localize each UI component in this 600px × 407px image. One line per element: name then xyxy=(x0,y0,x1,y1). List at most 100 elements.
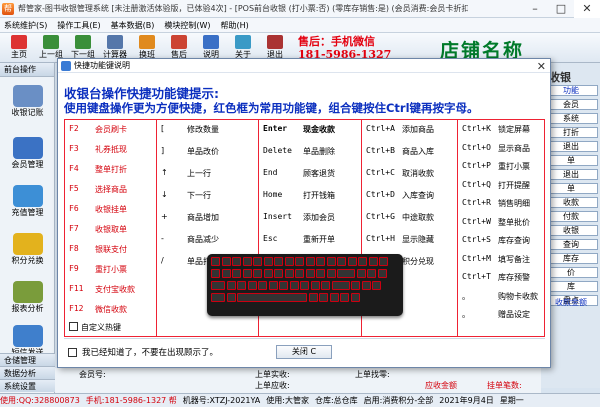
hotkey-action: 中途取款 xyxy=(402,213,434,222)
sidebar-item-members[interactable]: 会员管理 xyxy=(0,137,55,170)
hotkey-key: Ctrl+S xyxy=(462,235,491,244)
hotkey-action: 重新开单 xyxy=(303,235,335,244)
sidebar-item-checkout[interactable]: 收银记账 xyxy=(0,85,55,118)
rp-item[interactable]: 付款 xyxy=(544,211,598,222)
minimize-button[interactable]: – xyxy=(522,0,548,18)
menu-help[interactable]: 帮助(H) xyxy=(221,20,249,31)
rp-item[interactable]: 会员 xyxy=(544,99,598,110)
right-panel-header: 收银 xyxy=(549,71,571,84)
hotkey-key: Delete xyxy=(263,146,292,155)
hint-description: 使用键盘操作更为方便快捷，红色框为常用功能键，组合键按住Ctrl键再按字母。 xyxy=(64,101,479,115)
hotkey-key: F8 xyxy=(69,244,79,253)
rp-item[interactable]: 查询 xyxy=(544,239,598,250)
hotkey-action: 顾客退货 xyxy=(303,169,335,178)
rp-item[interactable]: 打折 xyxy=(544,127,598,138)
hotkey-action: 填写备注 xyxy=(498,254,530,264)
maximize-button[interactable]: □ xyxy=(548,0,574,18)
hotkey-key: F5 xyxy=(69,184,79,193)
hotkey-action: 上一行 xyxy=(187,169,211,178)
coins-icon xyxy=(12,233,43,255)
rp-item[interactable]: 单 xyxy=(544,155,598,166)
rp-item[interactable]: 退出 xyxy=(544,169,598,180)
hotkey-action: 下一行 xyxy=(187,191,211,200)
hotkey-action: 商品减少 xyxy=(187,235,219,244)
hotkey-key: Ctrl+O xyxy=(462,142,491,152)
menu-tools[interactable]: 操作工具(E) xyxy=(57,20,100,31)
rp-item[interactable]: 单 xyxy=(544,183,598,194)
hotkey-action: 银联支付 xyxy=(95,245,127,254)
hotkey-action: 销售明细 xyxy=(498,199,530,208)
hotkey-action: 支付宝收款 xyxy=(95,285,135,294)
rp-item[interactable]: 收款 xyxy=(544,197,598,208)
hotkey-action: 添加商品 xyxy=(402,125,434,134)
hotkey-action: 礼券抵现 xyxy=(95,145,127,154)
rp-item[interactable]: 库存 xyxy=(544,253,598,264)
hotkey-key: Enter xyxy=(263,124,288,133)
sms-icon xyxy=(12,325,43,347)
status-weekday: 星期一 xyxy=(499,396,524,405)
dialog-icon xyxy=(61,60,71,71)
hotkey-key: F11 xyxy=(69,284,84,293)
hotkey-key: Insert xyxy=(263,212,292,221)
sidebar-item-points[interactable]: 积分兑换 xyxy=(0,233,55,266)
home-icon xyxy=(11,35,27,49)
hotkey-action: 会员刷卡 xyxy=(95,125,127,134)
sidebar-warehouse[interactable]: 仓储管理 xyxy=(0,353,55,366)
hotkey-action: 商品入库 xyxy=(402,147,434,156)
hotkey-action: 收银挂单 xyxy=(95,205,127,214)
hotkey-key: Ctrl+P xyxy=(462,161,491,170)
last-due-label: 上单应收: xyxy=(255,381,290,390)
rp-item[interactable]: 收银 xyxy=(544,225,598,236)
keyboard-icon xyxy=(207,254,403,316)
status-phone: 手机:181-5986-1327 帮 xyxy=(85,396,177,405)
status-machine: 机器号:XTZJ-2021YA xyxy=(182,396,261,405)
exit-icon xyxy=(267,35,283,49)
close-window-button[interactable]: ✕ xyxy=(574,0,600,18)
dialog-close-icon[interactable]: ✕ xyxy=(537,60,546,73)
hotkey-action: 显示商品 xyxy=(498,143,530,153)
register-icon xyxy=(12,85,43,107)
hotkey-action: 取消收款 xyxy=(402,169,434,178)
hotkey-key: Ctrl+W xyxy=(462,216,491,226)
hotkey-action: 购物卡收款 xyxy=(498,291,538,301)
dialog-close-button[interactable]: 关闭 C xyxy=(276,345,332,359)
menu-system[interactable]: 系统维护(S) xyxy=(4,20,47,31)
rp-item[interactable]: 系统 xyxy=(544,113,598,124)
help-icon xyxy=(203,35,219,49)
dont-show-again-checkbox[interactable] xyxy=(68,348,77,357)
hotkey-key: F7 xyxy=(69,224,79,233)
menu-module[interactable]: 模块控制(W) xyxy=(164,20,210,31)
sidebar-item-recharge[interactable]: 充值管理 xyxy=(0,185,55,218)
calculator-icon xyxy=(107,35,123,49)
home-button[interactable]: 主页 xyxy=(6,35,32,63)
rp-item[interactable]: 退出 xyxy=(544,141,598,152)
last-change-label: 上单找零: xyxy=(355,370,390,379)
status-bar: 使用:QQ:328800873 手机:181-5986-1327 帮 机器号:X… xyxy=(0,393,600,407)
hotkey-action: 重打小票 xyxy=(95,265,127,274)
rp-item[interactable]: 价 xyxy=(544,267,598,278)
menu-basic-data[interactable]: 基本数据(B) xyxy=(111,20,155,31)
sidebar-header: 前台操作 xyxy=(0,63,54,77)
hotkey-action: 打开钱箱 xyxy=(303,191,335,200)
hotkey-key: F6 xyxy=(69,204,79,213)
custom-hotkey-checkbox[interactable] xyxy=(69,322,78,331)
hotkey-action: 整单批价 xyxy=(498,217,530,227)
rp-item[interactable]: 库 xyxy=(544,281,598,292)
hotkey-action: 商品增加 xyxy=(187,213,219,222)
hotkey-key: Ctrl+B xyxy=(366,146,395,155)
hotkey-action: 显示隐藏 xyxy=(402,235,434,244)
app-icon: 帮 xyxy=(2,2,14,15)
hotkey-action: 锁定屏幕 xyxy=(498,125,530,134)
menu-bar: 系统维护(S) 操作工具(E) 基本数据(B) 模块控制(W) 帮助(H) xyxy=(0,18,600,33)
hotkey-action: 库存查询 xyxy=(498,236,530,245)
hotkey-key: 。 xyxy=(462,291,470,301)
dialog-separator xyxy=(64,338,545,339)
hotkey-key: ↑ xyxy=(161,168,168,177)
dont-show-again-label: 我已经知道了，不要在出现顾示了。 xyxy=(82,348,219,358)
sidebar-item-reports[interactable]: 报表分析 xyxy=(0,281,55,314)
shift-icon xyxy=(139,35,155,49)
sidebar-analysis[interactable]: 数据分析 xyxy=(0,366,55,379)
rp-item[interactable]: 功能 xyxy=(544,85,598,96)
sidebar-settings[interactable]: 系统设置 xyxy=(0,379,55,392)
status-date: 2021年9月4日 xyxy=(439,396,494,405)
